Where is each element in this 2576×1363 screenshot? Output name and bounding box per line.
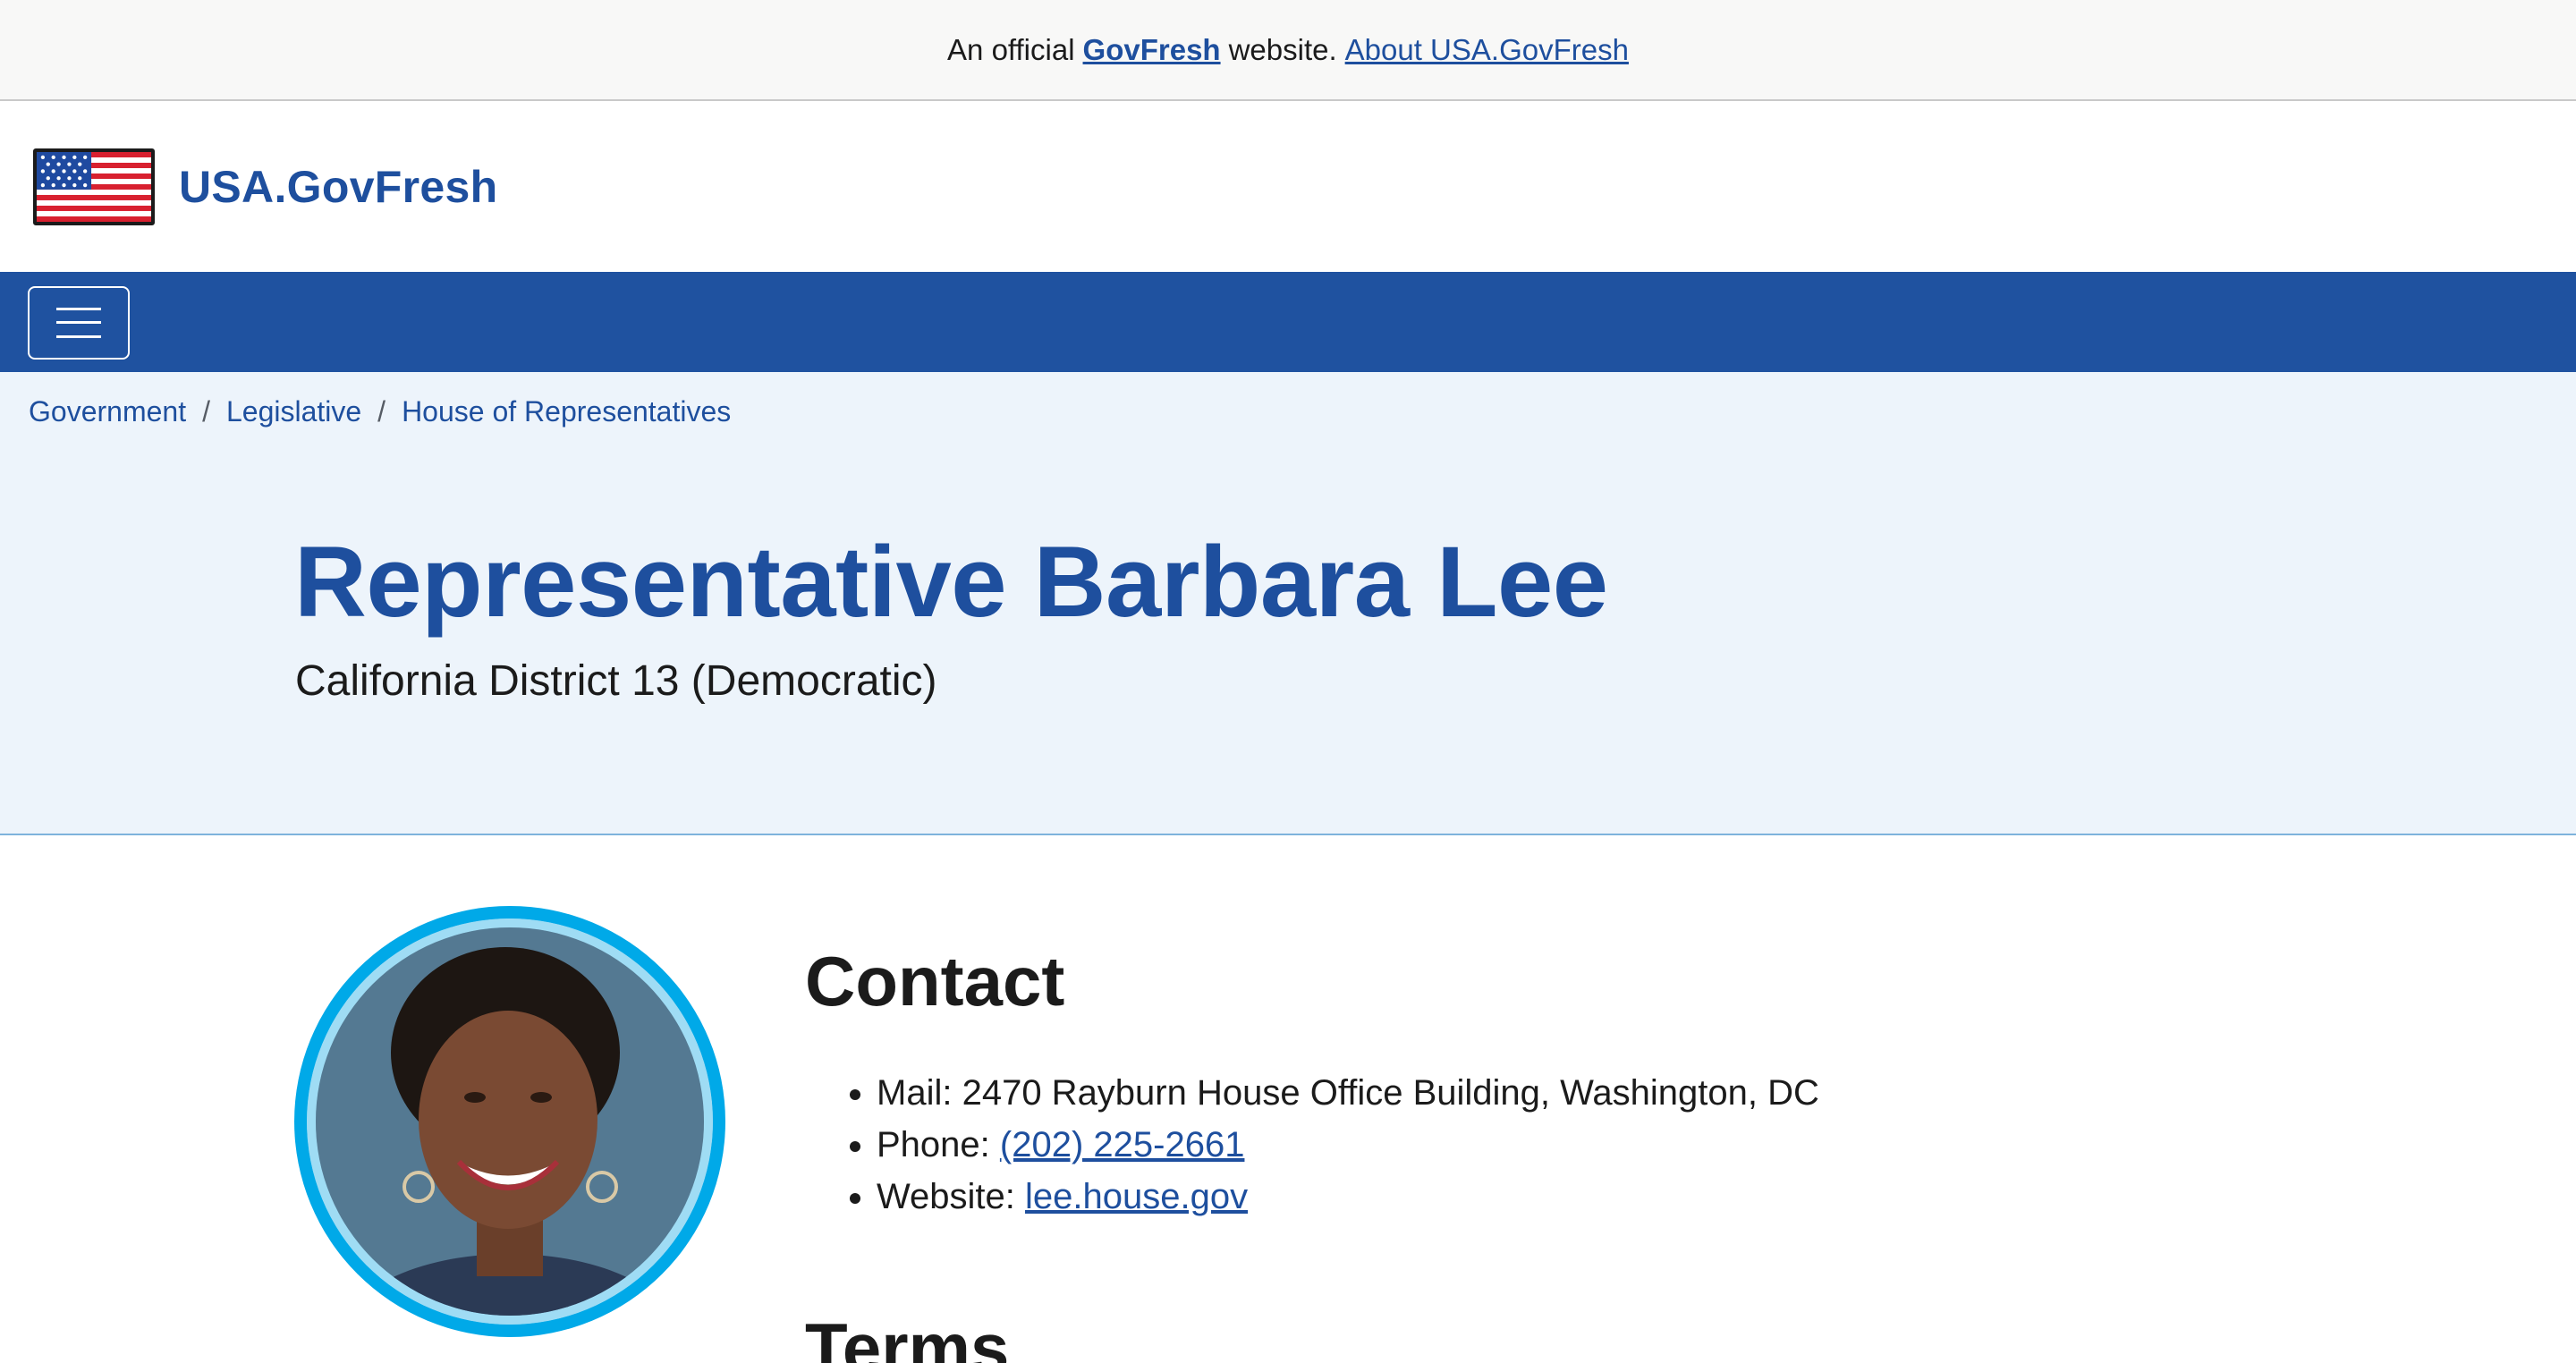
- portrait-photo: [307, 919, 713, 1325]
- phone-link[interactable]: (202) 225-2661: [1000, 1125, 1245, 1164]
- breadcrumb-item-government[interactable]: Government: [29, 395, 186, 428]
- govfresh-link[interactable]: GovFresh: [1083, 33, 1221, 67]
- portrait-image: [307, 919, 713, 1325]
- breadcrumb-separator: /: [377, 395, 386, 428]
- contact-list: Mail: 2470 Rayburn House Office Building…: [877, 1067, 1819, 1223]
- home-logo-link[interactable]: USA.GovFresh: [33, 148, 497, 225]
- breadcrumb: Government / Legislative / House of Repr…: [29, 395, 731, 428]
- breadcrumb-item-house[interactable]: House of Representatives: [402, 395, 731, 428]
- official-banner: An official GovFresh website. About USA.…: [0, 0, 2576, 101]
- representative-portrait: [294, 906, 725, 1337]
- contact-mail-item: Mail: 2470 Rayburn House Office Building…: [877, 1067, 1819, 1119]
- banner-prefix: An official: [947, 32, 1075, 66]
- mail-value: 2470 Rayburn House Office Building, Wash…: [962, 1073, 1819, 1113]
- page-subtitle: California District 13 (Democratic): [295, 657, 937, 705]
- hamburger-icon: [56, 308, 101, 338]
- banner-suffix: website.: [1228, 32, 1337, 66]
- breadcrumb-item-legislative[interactable]: Legislative: [226, 395, 361, 428]
- menu-button[interactable]: [28, 286, 130, 360]
- site-header: USA.GovFresh: [0, 101, 2576, 272]
- us-flag-icon: [33, 148, 155, 225]
- contact-website-item: Website: lee.house.gov: [877, 1171, 1819, 1223]
- terms-heading: Terms: [805, 1308, 1010, 1363]
- contact-heading: Contact: [805, 942, 1065, 1020]
- hero-section: Government / Legislative / House of Repr…: [0, 372, 2576, 835]
- contact-phone-item: Phone: (202) 225-2661: [877, 1119, 1819, 1171]
- breadcrumb-separator: /: [202, 395, 210, 428]
- about-link[interactable]: About USA.GovFresh: [1345, 33, 1629, 67]
- website-link[interactable]: lee.house.gov: [1025, 1177, 1248, 1216]
- page-title: Representative Barbara Lee: [294, 526, 1608, 638]
- mail-label: Mail:: [877, 1073, 953, 1113]
- site-title[interactable]: USA.GovFresh: [179, 161, 497, 213]
- phone-label: Phone:: [877, 1125, 990, 1164]
- primary-nav-bar: [0, 272, 2576, 372]
- website-label: Website:: [877, 1177, 1015, 1216]
